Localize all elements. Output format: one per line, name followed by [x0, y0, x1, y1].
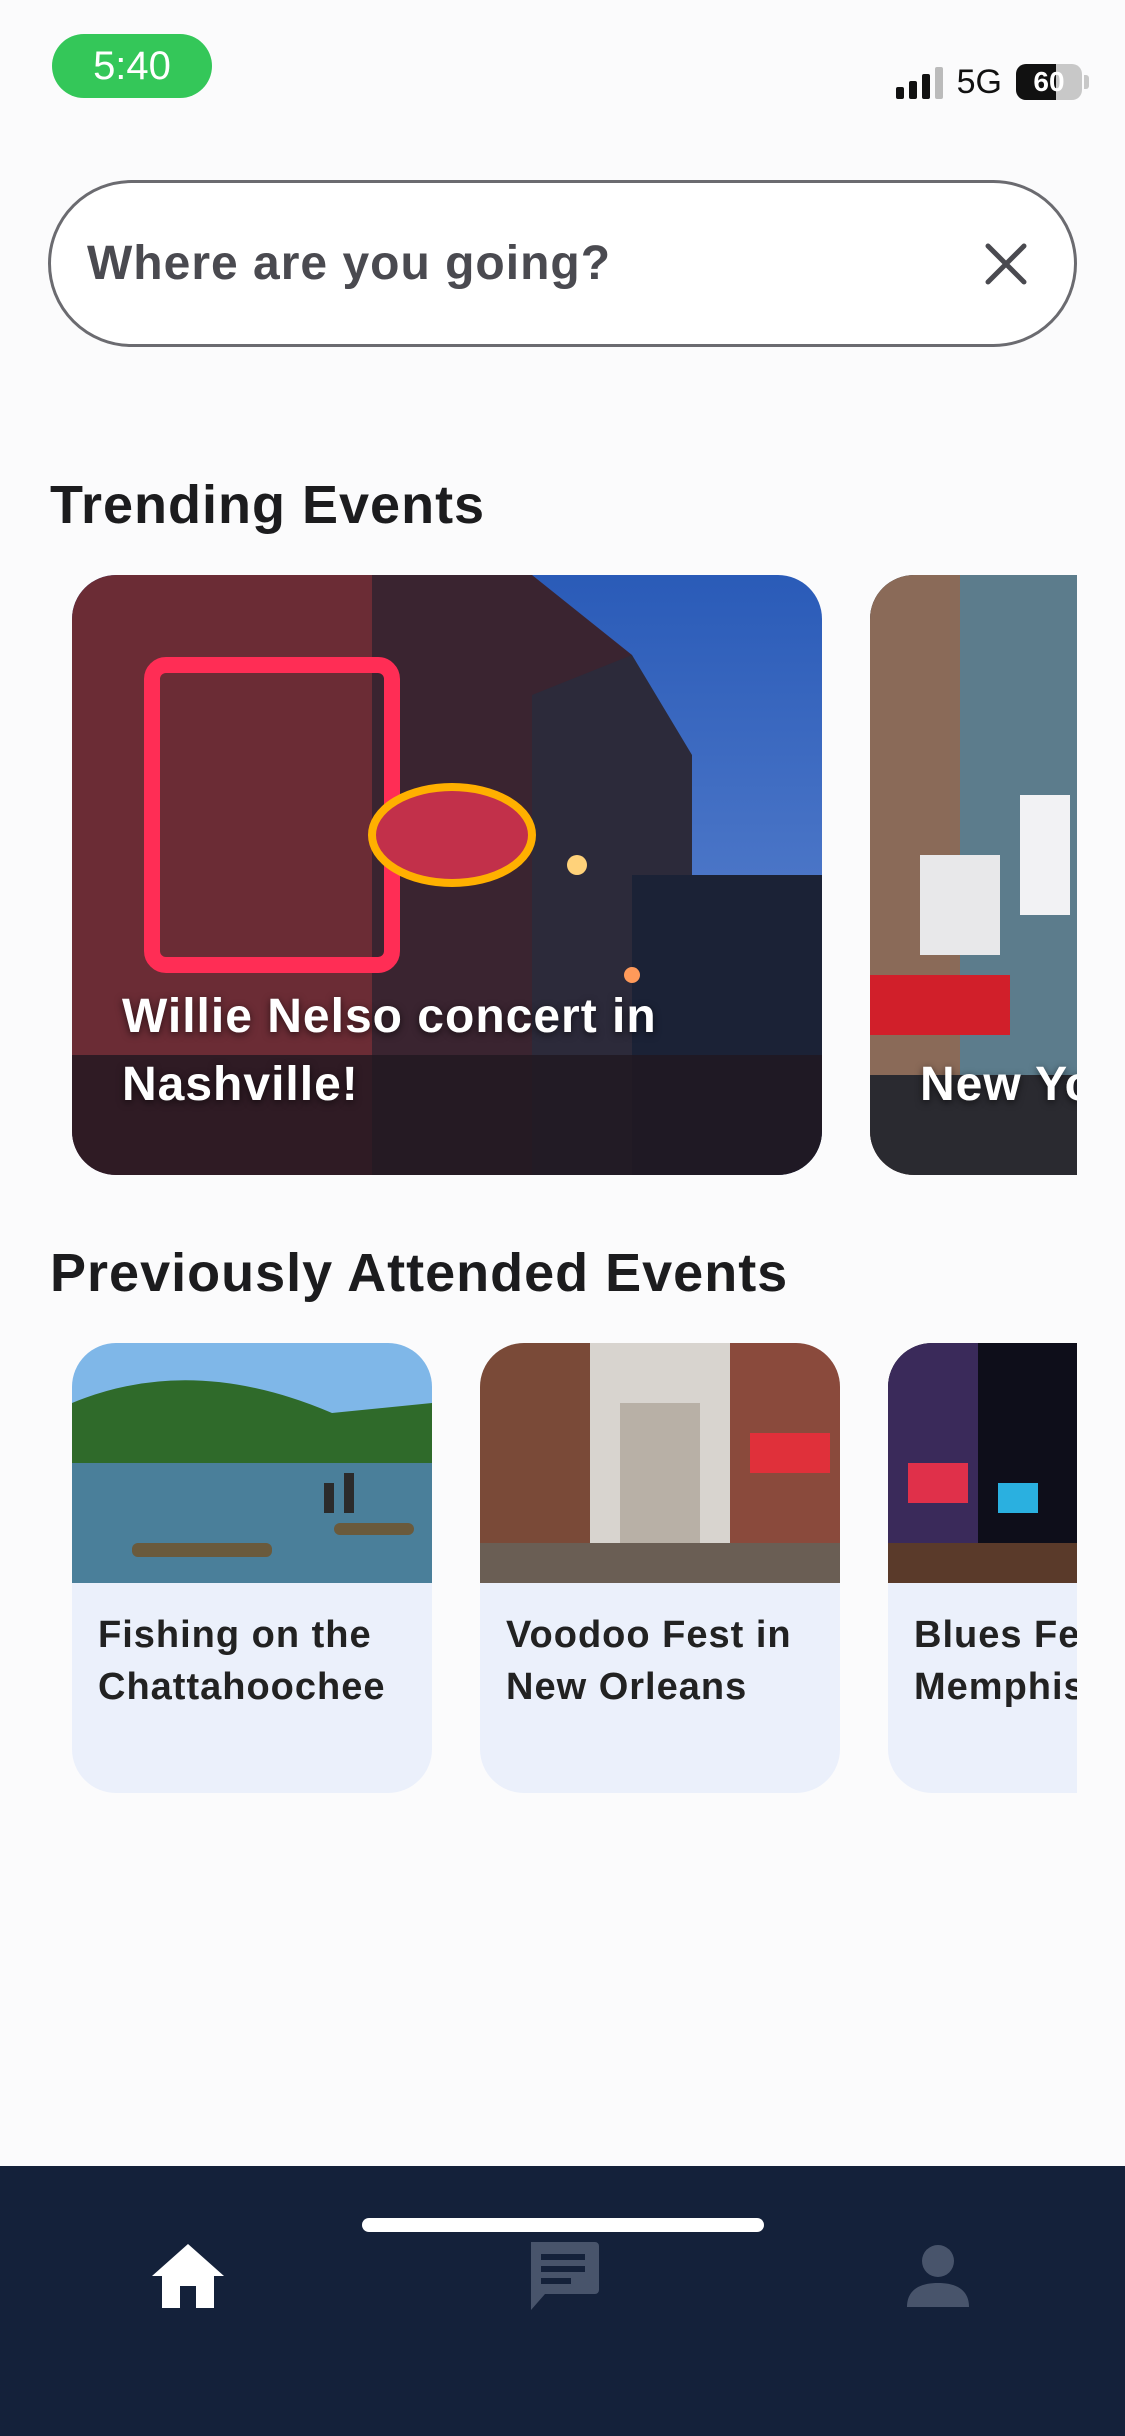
chat-icon [531, 2242, 599, 2310]
new-orleans-image [480, 1343, 840, 1583]
previous-title: Previously Attended Events [50, 1243, 789, 1303]
home-indicator [362, 2218, 764, 2232]
nav-home-button[interactable] [128, 2216, 248, 2336]
close-icon[interactable] [978, 236, 1034, 292]
trending-title: Trending Events [50, 475, 486, 535]
status-time: 5:40 [52, 34, 212, 98]
nav-profile-button[interactable] [878, 2216, 998, 2336]
person-icon [907, 2245, 969, 2307]
status-indicators: 5G 60 [895, 60, 1089, 104]
signal-icon [895, 65, 943, 99]
previous-card-title: Fishing on the Chattahoochee [98, 1614, 386, 1708]
previous-card[interactable]: Voodoo Fest in New Orleans [480, 1343, 840, 1793]
battery-icon: 60 [1016, 64, 1082, 100]
memphis-image [888, 1343, 1077, 1583]
previous-card-title: Voodoo Fest in New Orleans [506, 1614, 792, 1708]
search-input[interactable] [87, 236, 978, 291]
trending-card-title: Willie Nelso concert in Nashville! [122, 990, 657, 1111]
home-icon [152, 2244, 224, 2308]
nav-messages-button[interactable] [503, 2216, 623, 2336]
previous-card[interactable]: Fishing on the Chattahoochee [72, 1343, 432, 1793]
fishing-image [72, 1343, 432, 1583]
trending-card[interactable]: Willie Nelso concert in Nashville! [72, 575, 822, 1175]
previous-carousel[interactable]: Fishing on the Chattahoochee Voodoo Fest… [72, 1343, 1077, 1793]
trending-card-title: New York New York [920, 1058, 1077, 1111]
previous-card-title: Blues Fest in Memphis [914, 1614, 1077, 1708]
trending-card[interactable]: New York New York [870, 575, 1077, 1175]
trending-carousel[interactable]: Willie Nelso concert in Nashville! New Y… [72, 575, 1077, 1175]
bottom-nav [0, 2166, 1125, 2436]
network-type: 5G [956, 62, 1002, 101]
previous-card[interactable]: Blues Fest in Memphis [888, 1343, 1077, 1793]
search-bar[interactable] [48, 180, 1077, 347]
battery-level: 60 [1033, 66, 1065, 97]
